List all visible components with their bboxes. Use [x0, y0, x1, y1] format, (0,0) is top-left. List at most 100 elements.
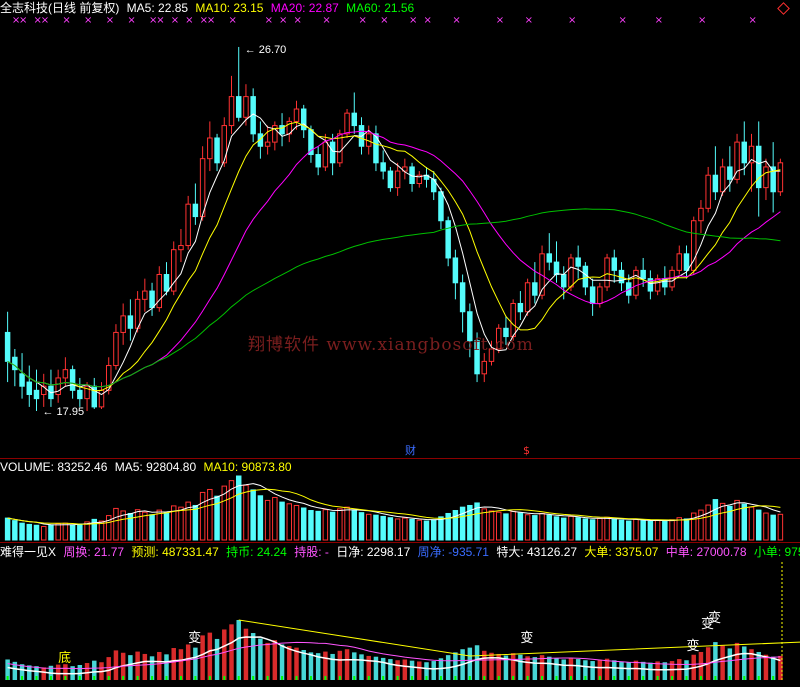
volume-bar: [373, 514, 379, 541]
indicator-bar: [402, 659, 408, 680]
candle: [532, 282, 538, 296]
indicator-green-tick: [439, 676, 442, 680]
top-x-marker: ×: [207, 15, 215, 26]
indicator-bar: [763, 654, 769, 680]
indicator-bar: [518, 654, 523, 680]
candle: [604, 257, 610, 288]
indicator-green-tick: [237, 676, 240, 680]
top-x-marker: ×: [62, 15, 70, 26]
candle: [741, 141, 748, 164]
volume-bar: [683, 518, 690, 541]
indicator-bar: [648, 662, 653, 680]
top-x-marker: ×: [749, 15, 757, 26]
indicator-bar: [287, 646, 292, 680]
top-x-marker: ×: [294, 15, 302, 26]
volume-bar: [763, 512, 769, 541]
signal-label: 变: [687, 638, 700, 654]
vol-ma10-label: MA10: 90873.80: [203, 460, 292, 474]
volume-value: VOLUME: 83252.46: [0, 460, 108, 474]
indicator-bar: [128, 655, 133, 680]
volume-bar: [575, 517, 581, 541]
indicator-green-tick: [93, 676, 96, 680]
volume-bar: [625, 520, 632, 541]
signal-label: 变: [188, 630, 201, 646]
ma10-label: MA10: 23.15: [195, 1, 264, 15]
indicator-bar: [337, 650, 343, 680]
volume-bar: [524, 514, 531, 541]
volume-bar: [698, 509, 704, 541]
indicator-bar: [734, 642, 740, 680]
ma60-label: MA60: 21.56: [346, 1, 415, 15]
indicator-bar: [323, 651, 328, 680]
indicator-bar: [308, 652, 314, 680]
xiaodan-value: 小单: 9750: [753, 545, 800, 559]
candle: [12, 356, 18, 371]
high-price-label: ← 26.70: [245, 44, 287, 56]
candle: [589, 286, 596, 304]
top-x-marker: ×: [359, 15, 367, 26]
indicator-green-tick: [569, 676, 572, 680]
volume-bar: [286, 503, 293, 541]
indicator-green-tick: [584, 676, 587, 680]
indicator-green-tick: [685, 676, 688, 680]
candle: [344, 112, 350, 135]
indicator-bar: [142, 653, 148, 680]
volume-bar: [163, 512, 170, 541]
indicator-green-tick: [252, 676, 255, 680]
top-x-marker: ×: [279, 15, 287, 26]
indicator-green-tick: [714, 676, 717, 680]
volume-bar: [69, 524, 76, 541]
candle: [517, 302, 524, 313]
price-header: 全志科技(日线 前复权) MA5: 22.85 MA10: 23.15 MA20…: [0, 0, 418, 16]
top-x-marker: ×: [171, 15, 179, 26]
volume-bar: [12, 520, 18, 541]
indicator-bar: [178, 649, 184, 680]
indicator-header: 难得一见X 周换: 21.77 预测: 487331.47 持币: 24.24 …: [0, 544, 800, 560]
volume-bar: [777, 513, 784, 541]
indicator-bar: [489, 652, 494, 680]
volume-bar: [770, 514, 776, 541]
watermark: 翔博软件 www.xiangbosoft.com: [248, 335, 534, 355]
indicator-green-tick: [598, 676, 601, 680]
top-x-marker: ×: [265, 15, 273, 26]
volume-bar: [647, 520, 654, 541]
candle: [33, 389, 40, 400]
volume-bar: [55, 523, 61, 541]
volume-bar: [48, 524, 54, 541]
indicator-bar: [467, 647, 473, 680]
indicator-bar: [662, 662, 668, 680]
indicator-bar: [193, 647, 198, 680]
candle: [142, 290, 148, 300]
ma60-line: [7, 208, 781, 388]
volume-bar: [264, 499, 271, 541]
candle: [560, 274, 567, 288]
indicator-green-tick: [6, 676, 9, 680]
candle: [683, 253, 690, 271]
volume-bar: [387, 517, 394, 541]
top-x-marker: ×: [496, 15, 504, 26]
indicator-green-tick: [642, 676, 645, 680]
indicator-green-tick: [295, 676, 298, 680]
indicator-bar: [250, 633, 256, 680]
indicator-green-tick: [483, 676, 486, 680]
indicator-green-tick: [367, 676, 370, 680]
volume-bar: [669, 519, 675, 541]
indicator-bar: [185, 644, 191, 680]
ma5-label: MA5: 22.85: [126, 1, 189, 15]
top-x-marker: ×: [655, 15, 663, 26]
volume-bar: [351, 510, 358, 541]
indicator-green-tick: [223, 676, 226, 680]
indicator-green-tick: [468, 676, 471, 680]
chart-stage: ← 26.70 ← 17.95 × × × × × × × × × × × × × × × × × × × × × × × × ×…: [0, 0, 800, 682]
indicator-green-tick: [122, 676, 125, 680]
candle: [582, 265, 589, 288]
candle: [611, 257, 618, 271]
candle: [553, 261, 560, 276]
candle: [322, 141, 329, 168]
volume-bar: [113, 507, 119, 541]
indicator-bar: [344, 649, 350, 680]
volume-panel: [4, 475, 784, 541]
indicator-bar: [388, 659, 393, 680]
indicator-bar: [55, 664, 61, 680]
candle: [113, 331, 119, 367]
